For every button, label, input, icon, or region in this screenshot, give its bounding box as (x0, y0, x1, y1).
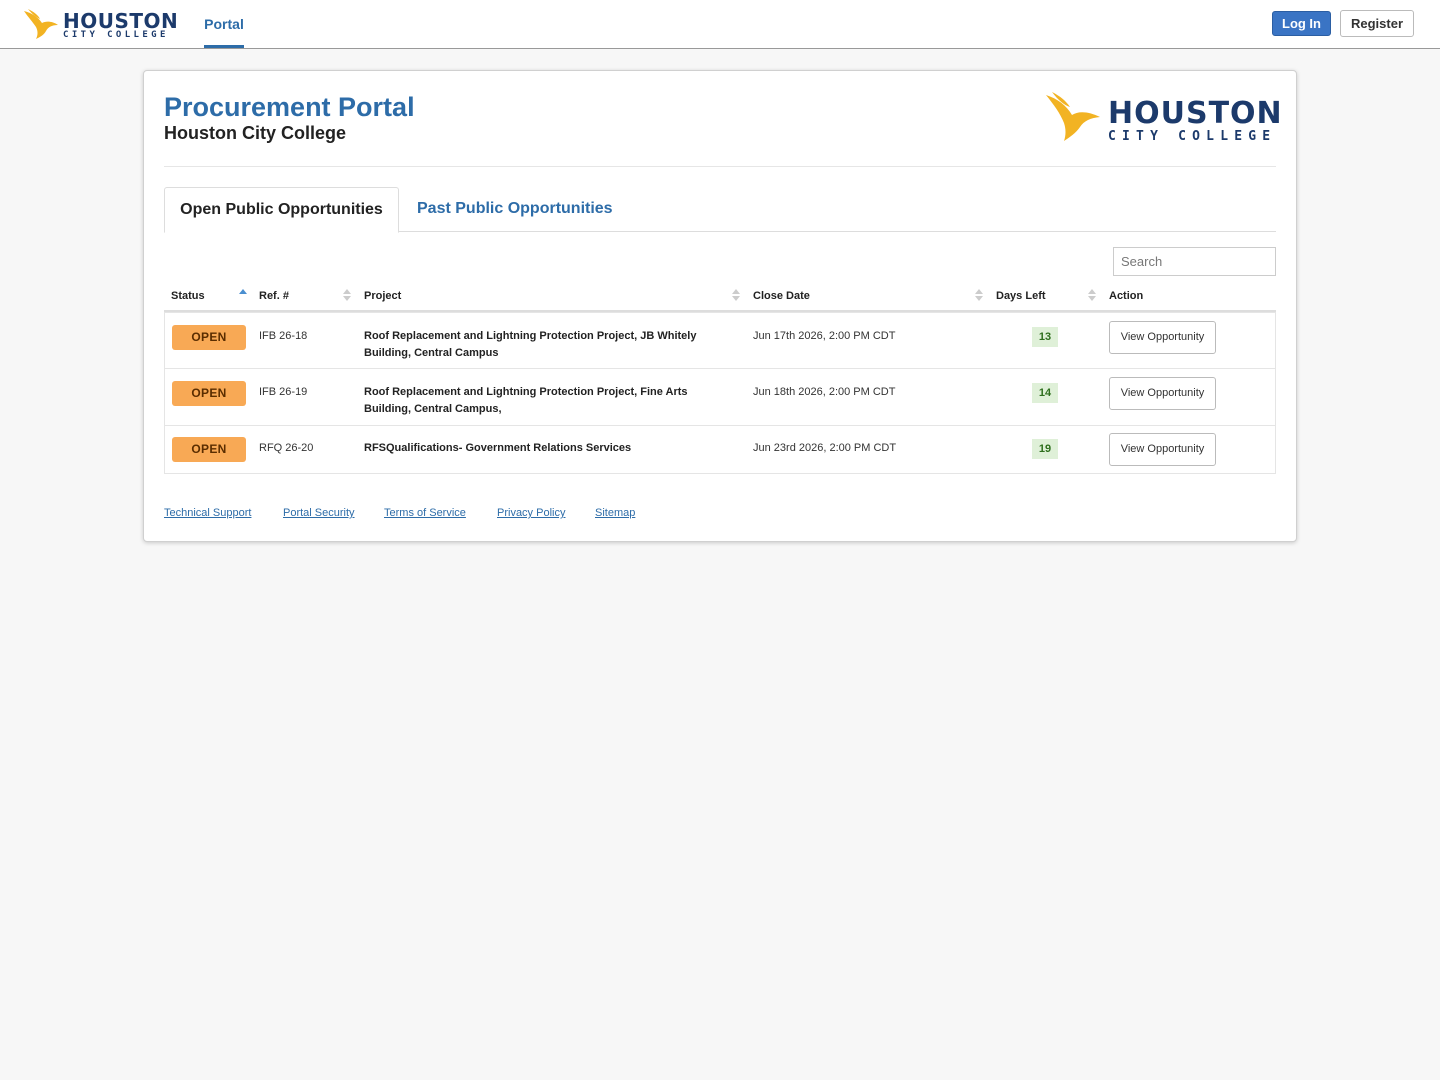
footer-link-privacy-policy[interactable]: Privacy Policy (497, 507, 565, 519)
project-line: Building, Central Campus, (364, 403, 502, 415)
ref-number: IFB 26-18 (259, 330, 308, 342)
logo-wordmark: HOUSTON (1108, 96, 1283, 131)
register-button[interactable]: Register (1340, 10, 1414, 37)
project-name: Roof Replacement and Lightning Protectio… (364, 384, 739, 418)
project-line: Building, Central Campus (364, 347, 499, 359)
sort-icon[interactable] (975, 288, 983, 302)
search-input[interactable] (1113, 247, 1276, 276)
table-row: OPEN IFB 26-18 Roof Replacement and Ligh… (165, 312, 1275, 369)
footer-link-technical-support[interactable]: Technical Support (164, 507, 251, 519)
ref-number: RFQ 26-20 (259, 442, 314, 454)
sort-icon[interactable] (732, 288, 740, 302)
table-row: OPEN IFB 26-19 Roof Replacement and Ligh… (165, 368, 1275, 425)
days-left-badge: 19 (1032, 439, 1058, 459)
table-body: OPEN IFB 26-18 Roof Replacement and Ligh… (164, 312, 1276, 474)
days-left-badge: 14 (1032, 383, 1058, 403)
page-title: Procurement Portal (164, 92, 415, 122)
project-line: Roof Replacement and Lightning Protectio… (364, 386, 688, 398)
project-line: RFSQualifications- Government Relations … (364, 442, 632, 454)
sort-asc-icon[interactable] (239, 288, 247, 302)
eagle-logo-icon (24, 9, 58, 39)
column-header-status[interactable]: Status (171, 290, 205, 302)
sort-icon[interactable] (343, 288, 351, 302)
portal-card: Procurement Portal Houston City College … (143, 70, 1297, 542)
login-button[interactable]: Log In (1272, 11, 1331, 36)
status-badge: OPEN (172, 325, 246, 350)
view-opportunity-button[interactable]: View Opportunity (1109, 433, 1216, 466)
column-header-ref[interactable]: Ref. # (259, 290, 289, 302)
footer-link-portal-security[interactable]: Portal Security (283, 507, 355, 519)
status-badge: OPEN (172, 381, 246, 406)
footer-link-sitemap[interactable]: Sitemap (595, 507, 635, 519)
college-logo: HOUSTON CITY COLLEGE (1044, 91, 1283, 147)
close-date: Jun 18th 2026, 2:00 PM CDT (753, 386, 896, 398)
ref-number: IFB 26-19 (259, 386, 308, 398)
sort-icon[interactable] (1088, 288, 1096, 302)
top-navbar: HOUSTON CITY COLLEGE Portal Log In Regis… (0, 0, 1440, 49)
nav-portal-link[interactable]: Portal (204, 0, 244, 48)
view-opportunity-button[interactable]: View Opportunity (1109, 377, 1216, 410)
table-header: Status Ref. # Project Close Date Days Le… (164, 281, 1276, 312)
table-row: OPEN RFQ 26-20 RFSQualifications- Govern… (165, 425, 1275, 473)
column-header-close-date[interactable]: Close Date (753, 290, 810, 302)
status-badge: OPEN (172, 437, 246, 462)
header-divider (164, 166, 1276, 167)
project-line: Roof Replacement and Lightning Protectio… (364, 330, 697, 342)
close-date: Jun 17th 2026, 2:00 PM CDT (753, 330, 896, 342)
project-name: Roof Replacement and Lightning Protectio… (364, 328, 739, 362)
brand-wordmark: HOUSTON (63, 9, 179, 33)
column-header-project[interactable]: Project (364, 290, 401, 302)
project-name: RFSQualifications- Government Relations … (364, 440, 739, 457)
view-opportunity-button[interactable]: View Opportunity (1109, 321, 1216, 354)
logo-subtitle: CITY COLLEGE (1108, 129, 1277, 144)
close-date: Jun 23rd 2026, 2:00 PM CDT (753, 442, 897, 454)
page-subtitle: Houston City College (164, 123, 347, 143)
column-header-days-left[interactable]: Days Left (996, 290, 1046, 302)
brand-subtitle: CITY COLLEGE (63, 30, 169, 40)
eagle-logo-icon (1046, 92, 1100, 141)
column-header-action: Action (1109, 290, 1144, 302)
tab-past-opportunities[interactable]: Past Public Opportunities (417, 187, 613, 231)
footer-link-terms-of-service[interactable]: Terms of Service (384, 507, 466, 519)
tab-open-opportunities[interactable]: Open Public Opportunities (164, 187, 399, 233)
days-left-badge: 13 (1032, 327, 1058, 347)
brand-logo[interactable]: HOUSTON CITY COLLEGE (22, 7, 178, 43)
